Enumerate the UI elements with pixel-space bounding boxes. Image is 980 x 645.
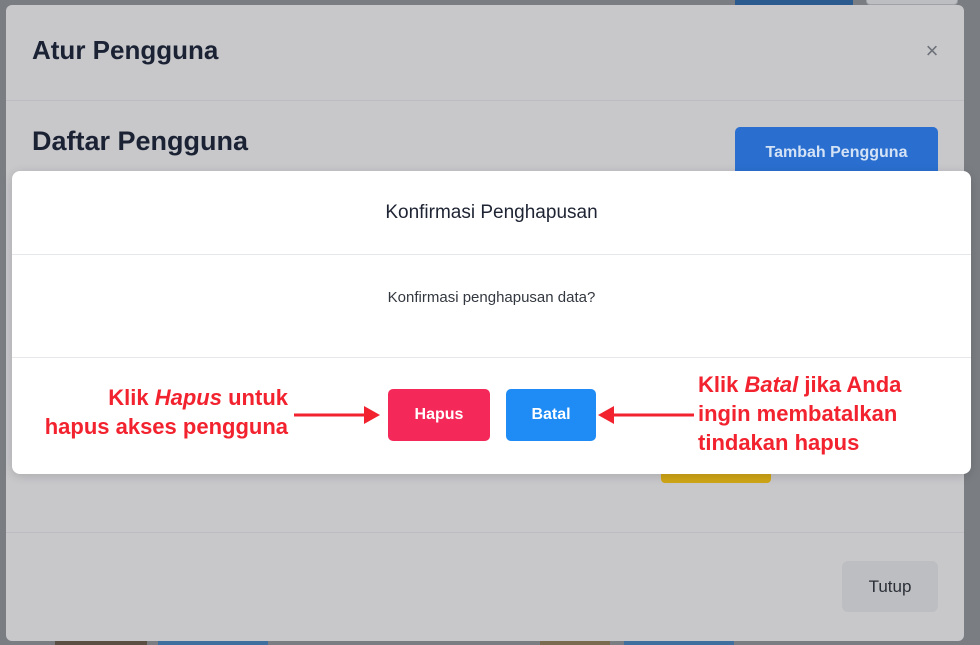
annotation-line: Klik Batal jika Anda: [698, 370, 968, 399]
dialog-message: Konfirmasi penghapusan data?: [387, 289, 596, 306]
arrow-right-icon: [294, 406, 380, 424]
dialog-header: Konfirmasi Penghapusan: [12, 171, 971, 255]
background-image: [540, 641, 610, 645]
annotation-text: Klik: [698, 372, 745, 397]
annotation-emphasis: Batal: [744, 372, 799, 397]
background-button: [624, 641, 734, 645]
arrow-left-icon: [598, 406, 694, 424]
modal-title: Atur Pengguna: [32, 35, 219, 65]
annotation-emphasis: Hapus: [154, 385, 222, 410]
background-button: [158, 641, 268, 645]
annotation-line: Klik Hapus untuk: [14, 383, 288, 412]
cancel-button[interactable]: Batal: [506, 389, 596, 441]
annotation-line: tindakan hapus: [698, 430, 860, 455]
close-icon[interactable]: ×: [922, 40, 942, 62]
close-button[interactable]: Tutup: [842, 561, 938, 612]
user-list-heading: Daftar Pengguna: [32, 126, 249, 156]
divider: [6, 532, 964, 533]
background-image: [55, 641, 147, 645]
annotation-line: hapus akses pengguna: [44, 414, 288, 439]
annotation-text: Klik: [108, 385, 155, 410]
annotation-line: ingin membatalkan: [698, 401, 898, 426]
modal-header: Atur Pengguna ×: [6, 5, 964, 101]
annotation-text: jika Anda: [798, 372, 902, 397]
annotation-text: untuk: [222, 385, 288, 410]
dialog-title: Konfirmasi Penghapusan: [385, 202, 598, 223]
divider: [12, 357, 971, 358]
edit-button[interactable]: [661, 473, 771, 483]
annotation-delete: Klik Hapus untuk hapus akses pengguna: [14, 383, 288, 441]
delete-button[interactable]: Hapus: [388, 389, 490, 441]
annotation-cancel: Klik Batal jika Anda ingin membatalkan t…: [698, 370, 968, 457]
